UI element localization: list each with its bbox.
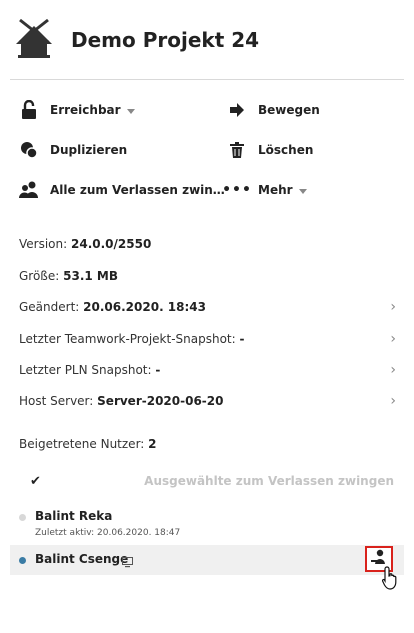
move-label: Bewegen: [258, 103, 320, 117]
force-leave-all-button[interactable]: Alle zum Verlassen zwin…: [18, 179, 225, 201]
host-server-info[interactable]: Host Server: Server-2020-06-20: [19, 394, 223, 408]
status-dot: [19, 514, 26, 521]
delete-label: Löschen: [258, 143, 314, 157]
more-label: Mehr: [258, 183, 293, 197]
page-title: Demo Projekt 24: [71, 28, 260, 52]
pln-snapshot-info[interactable]: Letzter PLN Snapshot: -: [19, 363, 160, 377]
chevron-down-icon: [298, 188, 307, 194]
user-last-active: Zuletzt aktiv: 20.06.2020. 18:47: [35, 528, 181, 538]
unlock-icon: [18, 99, 40, 121]
header-divider: [10, 79, 404, 80]
joined-users-count: Beigetretene Nutzer: 2: [19, 437, 157, 451]
chevron-right-icon[interactable]: ›: [390, 299, 396, 315]
status-dot: [19, 557, 26, 564]
move-button[interactable]: Bewegen: [226, 99, 320, 121]
size-info: Größe: 53.1 MB: [19, 269, 118, 283]
project-home-icon: [14, 18, 54, 60]
trash-icon: [226, 139, 248, 161]
select-all-checkbox[interactable]: ✔: [30, 474, 41, 489]
delete-button[interactable]: Löschen: [226, 139, 313, 161]
duplicate-button[interactable]: Duplizieren: [18, 139, 127, 161]
chevron-right-icon[interactable]: ›: [390, 393, 396, 409]
teamwork-snapshot-info[interactable]: Letzter Teamwork-Projekt-Snapshot: -: [19, 332, 244, 346]
version-info: Version: 24.0.0/2550: [19, 237, 152, 251]
hand-cursor-icon: [381, 566, 400, 594]
users-icon: [18, 179, 40, 201]
user-name[interactable]: Balint Reka: [35, 509, 112, 523]
reachable-label: Erreichbar: [50, 103, 121, 117]
user-name[interactable]: Balint Csenge: [35, 552, 128, 566]
chevron-right-icon[interactable]: ›: [390, 331, 396, 347]
more-dropdown[interactable]: ••• Mehr: [222, 179, 307, 201]
chevron-right-icon[interactable]: ›: [390, 362, 396, 378]
reachable-dropdown[interactable]: Erreichbar: [18, 99, 135, 121]
duplicate-icon: [18, 139, 40, 161]
ellipsis-icon: •••: [222, 182, 252, 198]
duplicate-label: Duplizieren: [50, 143, 128, 157]
force-leave-all-label: Alle zum Verlassen zwin…: [50, 183, 225, 197]
computer-icon: [122, 553, 133, 572]
force-selected-button[interactable]: Ausgewählte zum Verlassen zwingen: [144, 474, 394, 488]
changed-info[interactable]: Geändert: 20.06.2020. 18:43: [19, 300, 206, 314]
arrow-right-icon: [226, 99, 248, 121]
chevron-down-icon: [126, 108, 135, 114]
